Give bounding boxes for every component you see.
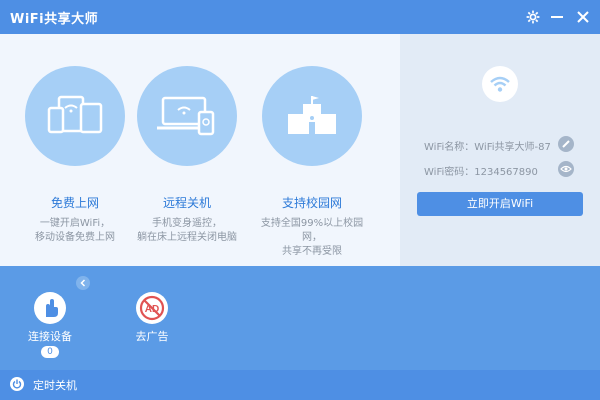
school-icon (262, 66, 362, 166)
feature-campus-network[interactable]: 支持校园网 支持全国99%以上校园网， 共享不再受限 (252, 66, 372, 259)
power-icon[interactable] (10, 377, 24, 391)
device-count-badge: 0 (41, 346, 59, 358)
feature-name: 支持校园网 (281, 196, 342, 210)
start-wifi-button[interactable]: 立即开启WiFi (417, 192, 583, 216)
devices-icon (25, 66, 125, 166)
eye-icon[interactable] (558, 161, 574, 177)
edit-icon[interactable] (558, 136, 574, 152)
connected-devices-button[interactable]: 连接设备 (26, 292, 74, 344)
minimize-icon[interactable] (546, 6, 568, 28)
remove-ads-button[interactable]: AD 去广告 (130, 292, 174, 344)
app-title: WiFi共享大师 (10, 12, 99, 27)
wifi-password-value: 1234567890 (474, 167, 538, 178)
feature-name: 免费上网 (50, 196, 99, 210)
hand-icon (34, 292, 66, 324)
feature-panel: 免费上网 一键开启WiFi， 移动设备免费上网 远程关机 手机变身遥控， 躺在床… (0, 34, 400, 266)
no-ads-icon: AD (136, 292, 168, 324)
scheduled-shutdown-link[interactable]: 定时关机 (33, 377, 77, 393)
feature-desc: 一键开启WiFi， 移动设备免费上网 (35, 218, 115, 243)
tool-label: 去广告 (135, 330, 169, 343)
close-icon[interactable] (572, 6, 594, 28)
chevron-left-icon[interactable] (76, 276, 90, 290)
feature-desc: 支持全国99%以上校园网， 共享不再受限 (260, 218, 364, 257)
title-bar: WiFi共享大师 (0, 0, 600, 34)
laptop-phone-icon (137, 66, 237, 166)
bottom-bar: 定时关机 (0, 370, 600, 400)
wifi-name-value: WiFi共享大师-87 (474, 142, 551, 153)
wifi-password-row: WiFi密码：1234567890 (424, 167, 538, 178)
feature-remote-shutdown[interactable]: 远程关机 手机变身遥控， 躺在床上远程关闭电脑 (127, 66, 247, 245)
feature-desc: 手机变身遥控， 躺在床上远程关闭电脑 (137, 218, 237, 243)
tool-label: 连接设备 (28, 330, 72, 343)
wifi-info-panel: WiFi名称：WiFi共享大师-87 WiFi密码：1234567890 立即开… (400, 34, 600, 266)
wifi-icon (482, 66, 518, 102)
feature-free-internet[interactable]: 免费上网 一键开启WiFi， 移动设备免费上网 (15, 66, 135, 245)
wifi-name-row: WiFi名称：WiFi共享大师-87 (424, 142, 551, 153)
gear-icon[interactable] (522, 6, 544, 28)
feature-name: 远程关机 (162, 196, 211, 210)
